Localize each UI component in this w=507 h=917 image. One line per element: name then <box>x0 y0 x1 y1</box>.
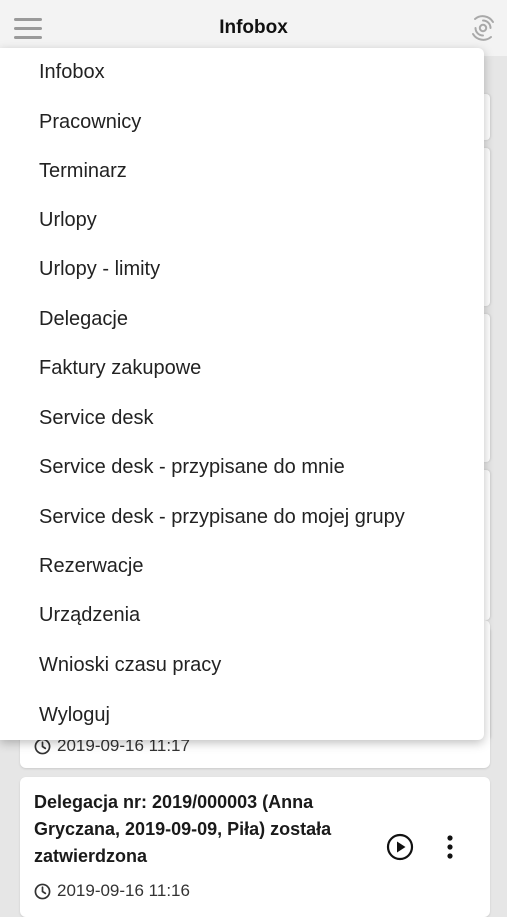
menu-item-faktury-zakupowe[interactable]: Faktury zakupowe <box>39 348 201 388</box>
notification-card[interactable]: Delegacja nr: 2019/000003 (Anna Gryczana… <box>20 777 490 917</box>
card-timestamp: 2019-09-16 11:16 <box>34 881 190 901</box>
menu-item-service-desk[interactable]: Service desk <box>39 398 154 438</box>
menu-item-urlopy[interactable]: Urlopy <box>39 200 97 240</box>
menu-item-wnioski-czasu-pracy[interactable]: Wnioski czasu pracy <box>39 645 221 685</box>
menu-item-wyloguj[interactable]: Wyloguj <box>39 695 110 735</box>
more-vertical-icon[interactable] <box>440 834 460 860</box>
notification-title: Delegacja nr: 2019/000003 (Anna Gryczana… <box>34 792 332 866</box>
menu-item-service-desk-group[interactable]: Service desk - przypisane do mojej grupy <box>39 497 405 537</box>
menu-item-urlopy-limity[interactable]: Urlopy - limity <box>39 249 160 289</box>
clock-icon <box>34 883 51 899</box>
page-title: Infobox <box>219 17 288 38</box>
menu-item-infobox[interactable]: Infobox <box>39 52 105 92</box>
menu-item-service-desk-mine[interactable]: Service desk - przypisane do mnie <box>39 447 345 487</box>
timestamp-text: 2019-09-16 11:16 <box>57 881 190 900</box>
menu-item-terminarz[interactable]: Terminarz <box>39 151 127 191</box>
menu-item-rezerwacje[interactable]: Rezerwacje <box>39 546 143 586</box>
menu-item-urzadzenia[interactable]: Urządzenia <box>39 595 140 635</box>
menu-item-delegacje[interactable]: Delegacje <box>39 299 128 339</box>
refresh-icon[interactable] <box>469 14 497 42</box>
menu-item-pracownicy[interactable]: Pracownicy <box>39 102 141 142</box>
navigation-menu: Infobox Pracownicy Terminarz Urlopy Urlo… <box>0 48 484 740</box>
play-circle-icon[interactable] <box>386 833 414 861</box>
clock-icon <box>34 738 51 754</box>
